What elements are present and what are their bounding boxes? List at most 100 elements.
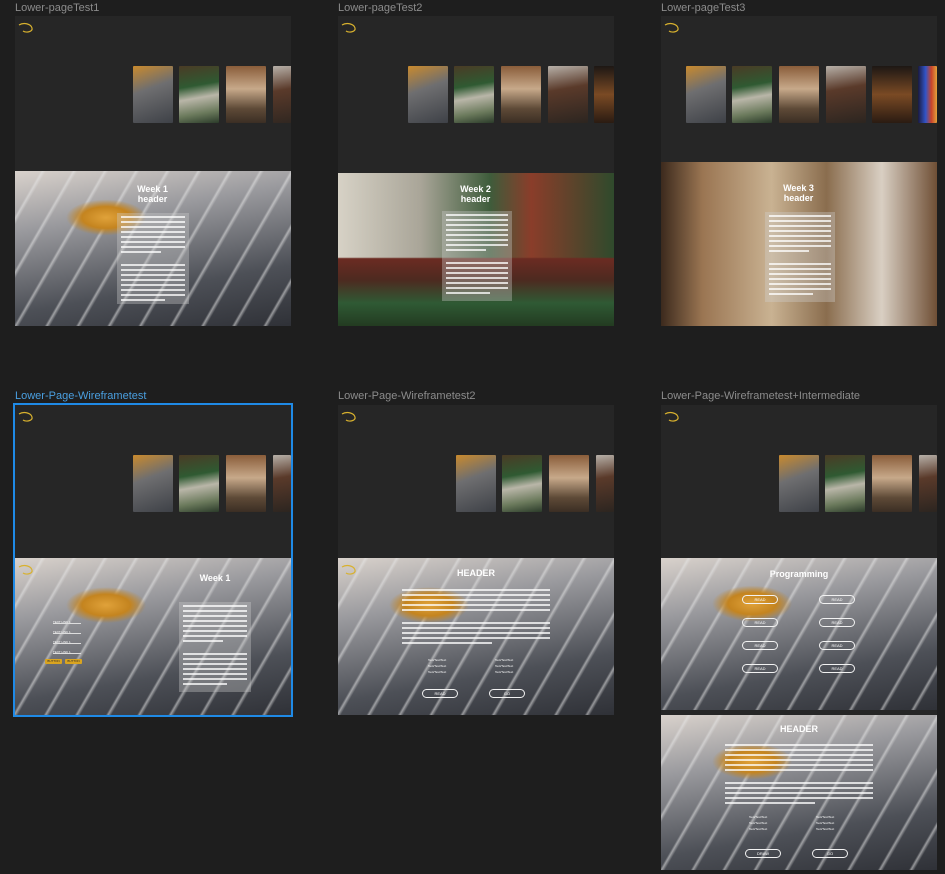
thumbnail-alley[interactable]	[919, 455, 937, 512]
read-button[interactable]: READ	[819, 618, 855, 627]
thumbnail-alley[interactable]	[596, 455, 614, 512]
text-box	[442, 211, 512, 301]
read-button[interactable]: READ	[819, 595, 855, 604]
hero-title: HEADER	[779, 724, 818, 734]
hero-title: HEADER	[456, 568, 495, 578]
frame-lower-pagetest2[interactable]: Week 2 header	[338, 16, 614, 326]
body-text-block	[398, 586, 554, 644]
thumbnail-taxi[interactable]	[408, 66, 448, 123]
frame-lower-page-wireframetest[interactable]: Week 1 TEXT LINK 1 TEXT LINK 1 TEXT LINK…	[13, 403, 293, 717]
read-button[interactable]: READ	[742, 618, 778, 627]
hero-title: Programming	[769, 569, 829, 579]
thumbnail-shop[interactable]	[226, 455, 266, 512]
frame-lower-pagetest1[interactable]: Week 1 header	[15, 16, 291, 326]
text-link[interactable]: TEXT LINK 1	[53, 650, 81, 654]
hero-image-gate: Week 2 header	[338, 173, 614, 326]
thumbnail-shop[interactable]	[872, 455, 912, 512]
thumbnail-alley[interactable]	[826, 66, 866, 123]
swirl-logo-icon	[341, 22, 356, 33]
frame-label-lower-page-wireframetest[interactable]: Lower-Page-Wireframetest	[15, 390, 146, 402]
thumbnail-taxi[interactable]	[779, 455, 819, 512]
thumbnail-alley[interactable]	[273, 455, 291, 512]
read-button[interactable]: READ	[742, 641, 778, 650]
hero-title: Week 2 header	[460, 184, 491, 204]
thumbnail-strip	[779, 455, 937, 512]
thumbnail-taxi[interactable]	[456, 455, 496, 512]
swirl-logo-icon	[18, 411, 33, 422]
thumbnail-gate[interactable]	[179, 455, 219, 512]
read-button[interactable]: READ	[819, 664, 855, 673]
frame-label-lower-pagetest2[interactable]: Lower-pageTest2	[338, 2, 422, 14]
thumbnail-shop[interactable]	[501, 66, 541, 123]
bullet-item: Text/Text/Text	[816, 815, 835, 819]
thumbnail-shop[interactable]	[779, 66, 819, 123]
thumbnail-alley[interactable]	[273, 66, 291, 123]
frame-lower-page-wireframetest-intermediate[interactable]: Programming READ READ READ READ READ REA…	[661, 405, 937, 870]
bullet-item: Text/Text/Text	[495, 664, 514, 668]
thumbnail-strip	[456, 455, 614, 512]
hero-image-shop: Week 3 header	[661, 162, 937, 326]
frame-lower-page-wireframetest2[interactable]: HEADER Text/Text/Text Text/Text/Text Tex…	[338, 405, 614, 715]
swirl-logo-icon	[664, 22, 679, 33]
draw-button[interactable]: DRAW	[745, 849, 781, 858]
go-button[interactable]: GO	[812, 849, 848, 858]
frame-label-lower-pagetest3[interactable]: Lower-pageTest3	[661, 2, 745, 14]
thumbnail-taxi[interactable]	[686, 66, 726, 123]
thumbnail-gate[interactable]	[502, 455, 542, 512]
hero-image-taxi: Week 1 header	[15, 171, 291, 326]
read-button[interactable]: READ	[742, 664, 778, 673]
frame-lower-pagetest3[interactable]: Week 3 header	[661, 16, 937, 326]
read-button[interactable]: READ	[422, 689, 458, 698]
bullet-item: Text/Text/Text	[816, 821, 835, 825]
thumbnail-strip	[408, 66, 614, 123]
body-text-block	[721, 741, 877, 804]
text-box	[117, 213, 189, 304]
thumbnail-gate[interactable]	[454, 66, 494, 123]
bullet-item: Text/Text/Text	[749, 827, 768, 831]
thumbnail-neon[interactable]	[918, 66, 937, 123]
text-box	[179, 602, 251, 692]
read-button[interactable]: READ	[819, 641, 855, 650]
thumbnail-strip	[133, 455, 291, 512]
text-link[interactable]: TEXT LINK 1	[53, 630, 81, 634]
thumbnail-dinner[interactable]	[872, 66, 912, 123]
hero-title: Week 1	[199, 573, 231, 583]
swirl-logo-icon	[341, 564, 356, 575]
thumbnail-shop[interactable]	[549, 455, 589, 512]
swirl-logo-icon	[18, 22, 33, 33]
swirl-logo-icon	[664, 411, 679, 422]
hero-title: Week 1 header	[137, 184, 168, 204]
bullet-item: Text/Text/Text	[428, 664, 447, 668]
bullet-item: Text/Text/Text	[749, 815, 768, 819]
hero-image-header: HEADER Text/Text/Text Text/Text/Text Tex…	[661, 715, 937, 870]
text-link[interactable]: TEXT LINK 1	[53, 640, 81, 644]
read-button[interactable]: READ	[742, 595, 778, 604]
thumbnail-gate[interactable]	[732, 66, 772, 123]
bullet-item: Text/Text/Text	[428, 670, 447, 674]
hero-image-taxi: Week 1 TEXT LINK 1 TEXT LINK 1 TEXT LINK…	[15, 558, 291, 715]
frame-label-lower-page-wireframetest-intermediate[interactable]: Lower-Page-Wireframetest+Intermediate	[661, 390, 860, 402]
thumbnail-alley[interactable]	[548, 66, 588, 123]
thumbnail-taxi[interactable]	[133, 455, 173, 512]
bullet-item: Text/Text/Text	[495, 670, 514, 674]
thumbnail-gate[interactable]	[825, 455, 865, 512]
thumbnail-strip	[133, 66, 291, 123]
hero-image-programming: Programming READ READ READ READ READ REA…	[661, 558, 937, 710]
thumbnail-gate[interactable]	[179, 66, 219, 123]
swirl-logo-icon	[341, 411, 356, 422]
thumbnail-shop[interactable]	[226, 66, 266, 123]
hero-title: Week 3 header	[783, 183, 814, 203]
yellow-button[interactable]: BUTTON	[45, 659, 62, 664]
frame-label-lower-page-wireframetest2[interactable]: Lower-Page-Wireframetest2	[338, 390, 476, 402]
frame-label-lower-pagetest1[interactable]: Lower-pageTest1	[15, 2, 99, 14]
go-button[interactable]: GO	[489, 689, 525, 698]
thumbnail-dinner[interactable]	[594, 66, 614, 123]
bullet-item: Text/Text/Text	[428, 658, 447, 662]
swirl-logo-icon	[18, 564, 33, 575]
thumbnail-strip	[686, 66, 937, 123]
thumbnail-taxi[interactable]	[133, 66, 173, 123]
text-box	[765, 212, 835, 302]
bullet-item: Text/Text/Text	[749, 821, 768, 825]
yellow-button[interactable]: BUTTON	[65, 659, 82, 664]
text-link[interactable]: TEXT LINK 1	[53, 620, 81, 624]
